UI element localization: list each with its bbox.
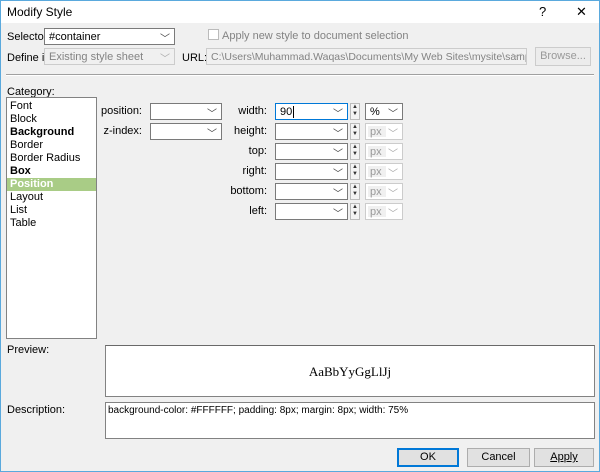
left-combo[interactable]: ﹀ [275, 203, 348, 220]
chevron-down-icon: ﹀ [388, 149, 398, 160]
browse-button[interactable]: Browse... [535, 47, 591, 66]
bottom-combo[interactable]: ﹀ [275, 183, 348, 200]
close-button[interactable]: ✕ [576, 4, 587, 20]
chevron-down-icon: ﹀ [160, 34, 170, 45]
width-combo[interactable]: 90 ﹀ [275, 103, 348, 120]
width-label: width: [238, 105, 267, 117]
url-label: URL: [182, 52, 208, 64]
right-label: right: [242, 165, 267, 177]
left-spinner[interactable]: ▲ ▼ [350, 203, 360, 220]
unit-value: px [370, 146, 382, 158]
url-value: C:\Users\Muhammad.Waqas\Documents\My Web… [211, 51, 527, 63]
chevron-down-icon: ﹀ [333, 169, 343, 180]
preview-text: AaBbYyGgLlJj [308, 364, 392, 379]
spin-up-icon[interactable]: ▲ [351, 184, 359, 191]
define-in-value: Existing style sheet [49, 51, 144, 63]
right-spinner[interactable]: ▲ ▼ [350, 163, 360, 180]
top-combo[interactable]: ﹀ [275, 143, 348, 160]
width-spinner[interactable]: ▲ ▼ [350, 103, 360, 120]
category-item-border[interactable]: Border [7, 139, 96, 152]
top-spinner[interactable]: ▲ ▼ [350, 143, 360, 160]
help-button[interactable]: ? [539, 4, 546, 19]
unit-value: px [370, 206, 382, 218]
spin-up-icon[interactable]: ▲ [351, 204, 359, 211]
description-label: Description: [7, 404, 66, 416]
height-spinner[interactable]: ▲ ▼ [350, 123, 360, 140]
preview-box: AaBbYyGgLlJj [105, 345, 595, 397]
description-box: background-color: #FFFFFF; padding: 8px;… [105, 402, 595, 439]
right-combo[interactable]: ﹀ [275, 163, 348, 180]
left-label: left: [249, 205, 267, 217]
category-item-list[interactable]: List [7, 204, 96, 217]
spin-down-icon[interactable]: ▼ [351, 111, 359, 118]
title-bar: Modify Style ? ✕ [1, 1, 599, 23]
apply-button[interactable]: Apply [534, 448, 594, 467]
url-combo[interactable]: C:\Users\Muhammad.Waqas\Documents\My Web… [206, 48, 527, 65]
top-unit-combo[interactable]: px ﹀ [365, 143, 403, 160]
bottom-label: bottom: [230, 185, 267, 197]
height-label: height: [233, 125, 267, 137]
chevron-down-icon: ﹀ [160, 54, 170, 65]
height-combo[interactable]: ﹀ [275, 123, 348, 140]
position-label: position: [101, 105, 142, 117]
spin-up-icon[interactable]: ▲ [351, 144, 359, 151]
preview-label: Preview: [7, 344, 50, 356]
category-item-border-radius[interactable]: Border Radius [7, 152, 96, 165]
unit-value: % [370, 106, 380, 118]
width-unit-combo[interactable]: % ﹀ [365, 103, 403, 120]
ok-button[interactable]: OK [397, 448, 459, 467]
separator [6, 74, 594, 76]
chevron-down-icon: ﹀ [333, 109, 343, 120]
spin-down-icon[interactable]: ▼ [351, 131, 359, 138]
right-unit-combo[interactable]: px ﹀ [365, 163, 403, 180]
cancel-button[interactable]: Cancel [467, 448, 530, 467]
unit-value: px [370, 166, 382, 178]
window-title: Modify Style [7, 5, 73, 19]
apply-button-label: Apply [550, 451, 578, 463]
unit-value: px [370, 186, 382, 198]
spin-up-icon[interactable]: ▲ [351, 104, 359, 111]
selector-value: #container [49, 31, 101, 43]
category-item-position[interactable]: Position [7, 178, 96, 191]
chevron-down-icon: ﹀ [512, 54, 522, 65]
chevron-down-icon: ﹀ [333, 189, 343, 200]
spin-down-icon[interactable]: ▼ [351, 191, 359, 198]
spin-up-icon[interactable]: ▲ [351, 164, 359, 171]
bottom-spinner[interactable]: ▲ ▼ [350, 183, 360, 200]
spin-down-icon[interactable]: ▼ [351, 211, 359, 218]
apply-checkbox[interactable] [208, 29, 219, 40]
spin-up-icon[interactable]: ▲ [351, 124, 359, 131]
spin-down-icon[interactable]: ▼ [351, 171, 359, 178]
top-label: top: [248, 145, 267, 157]
description-text: background-color: #FFFFFF; padding: 8px;… [108, 405, 409, 416]
field-value: 90 [280, 106, 293, 118]
define-in-combo[interactable]: Existing style sheet ﹀ [44, 48, 175, 65]
chevron-down-icon: ﹀ [388, 209, 398, 220]
z-index-label: z-index: [103, 125, 142, 137]
chevron-down-icon: ﹀ [388, 169, 398, 180]
chevron-down-icon: ﹀ [388, 189, 398, 200]
apply-checkbox-label: Apply new style to document selection [222, 30, 409, 42]
category-item-box[interactable]: Box [7, 165, 96, 178]
category-item-table[interactable]: Table [7, 217, 96, 230]
selector-combo[interactable]: #container ﹀ [44, 28, 175, 45]
chevron-down-icon: ﹀ [388, 129, 398, 140]
category-item-layout[interactable]: Layout [7, 191, 96, 204]
chevron-down-icon: ﹀ [388, 109, 398, 120]
spin-down-icon[interactable]: ▼ [351, 151, 359, 158]
chevron-down-icon: ﹀ [333, 129, 343, 140]
chevron-down-icon: ﹀ [333, 209, 343, 220]
left-unit-combo[interactable]: px ﹀ [365, 203, 403, 220]
height-unit-combo[interactable]: px ﹀ [365, 123, 403, 140]
modify-style-dialog: Modify Style ? ✕ Selector: #container ﹀ A… [0, 0, 600, 472]
bottom-unit-combo[interactable]: px ﹀ [365, 183, 403, 200]
chevron-down-icon: ﹀ [333, 149, 343, 160]
unit-value: px [370, 126, 382, 138]
